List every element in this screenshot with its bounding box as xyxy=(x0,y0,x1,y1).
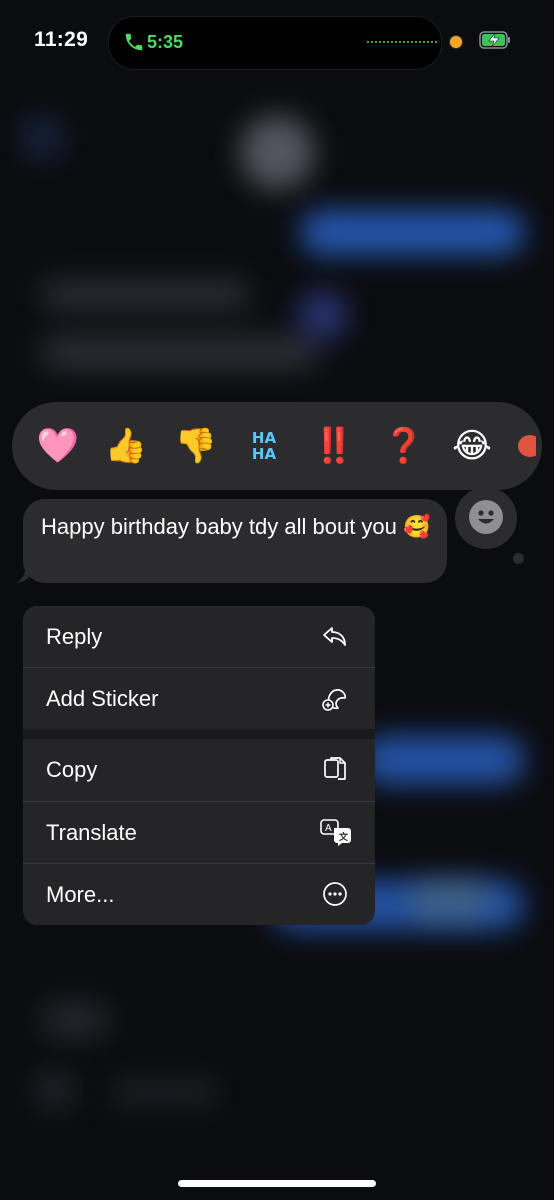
menu-item-label: Translate xyxy=(46,820,137,845)
blurred-reaction xyxy=(298,290,348,340)
blurred-avatar xyxy=(240,115,315,190)
status-bar-time: 11:29 xyxy=(34,28,89,51)
translate-icon: A 文 xyxy=(320,819,351,846)
blurred-input-field xyxy=(110,1080,220,1105)
menu-item-add-sticker[interactable]: Add Sticker xyxy=(23,668,375,729)
reaction-exclamation-icon[interactable]: ‼️ xyxy=(312,424,356,468)
menu-item-label: Reply xyxy=(46,624,103,649)
reaction-question-icon[interactable]: ❓ xyxy=(382,424,426,468)
message-text: Happy birthday baby tdy all bout you 🥰 xyxy=(41,514,431,539)
reaction-partial-icon[interactable] xyxy=(512,424,542,468)
svg-text:A: A xyxy=(325,823,332,834)
more-ellipsis-icon xyxy=(323,882,347,906)
reaction-thumbs-down-icon[interactable]: 👎 xyxy=(174,424,218,468)
add-emoji-icon[interactable] xyxy=(469,500,503,534)
menu-item-label: Add Sticker xyxy=(46,686,159,711)
blurred-sent-bubble xyxy=(410,880,490,920)
microphone-indicator-icon xyxy=(449,35,463,49)
menu-item-copy[interactable]: Copy xyxy=(23,739,375,800)
menu-item-translate[interactable]: Translate A 文 xyxy=(23,802,375,863)
blurred-sent-bubble xyxy=(300,210,525,255)
call-timer: 5:35 xyxy=(147,32,184,52)
reaction-haha-icon[interactable]: HA HA xyxy=(242,424,286,468)
reaction-heart-icon[interactable]: 🩷 xyxy=(36,424,80,468)
tapback-reaction-bar: 🩷 👍 👎 HA HA ‼️ ❓ 😂 xyxy=(12,402,542,490)
menu-item-label: More... xyxy=(46,882,115,907)
blurred-sent-bubble xyxy=(360,735,525,785)
reaction-tears-of-joy-icon[interactable]: 😂 xyxy=(450,424,494,468)
menu-item-reply[interactable]: Reply xyxy=(23,606,375,667)
dynamic-island-call[interactable]: 5:35 xyxy=(108,16,442,70)
blurred-input-button xyxy=(35,1070,75,1110)
blurred-back-button xyxy=(20,115,65,160)
reaction-thumbs-up-icon[interactable]: 👍 xyxy=(104,424,148,468)
blurred-received-bubble xyxy=(40,335,320,370)
blurred-conversation-background xyxy=(0,0,554,1200)
menu-item-label: Copy xyxy=(46,757,98,782)
blurred-received-bubble xyxy=(40,280,250,310)
battery-charging-icon xyxy=(479,31,510,49)
menu-item-more[interactable]: More... xyxy=(23,864,375,925)
copy-icon xyxy=(324,757,346,780)
audio-waveform-icon xyxy=(367,41,437,43)
reply-arrow-icon xyxy=(323,627,346,646)
home-indicator[interactable] xyxy=(178,1180,376,1187)
blurred-received-bubble xyxy=(40,1000,110,1040)
phone-icon xyxy=(125,33,143,51)
message-context-menu: Reply Add Sticker Copy Translate A 文 Mor… xyxy=(23,606,375,925)
add-sticker-icon xyxy=(322,689,347,711)
svg-text:文: 文 xyxy=(338,831,349,842)
bubble-tail-dot xyxy=(513,553,524,564)
menu-group-separator xyxy=(23,729,375,739)
